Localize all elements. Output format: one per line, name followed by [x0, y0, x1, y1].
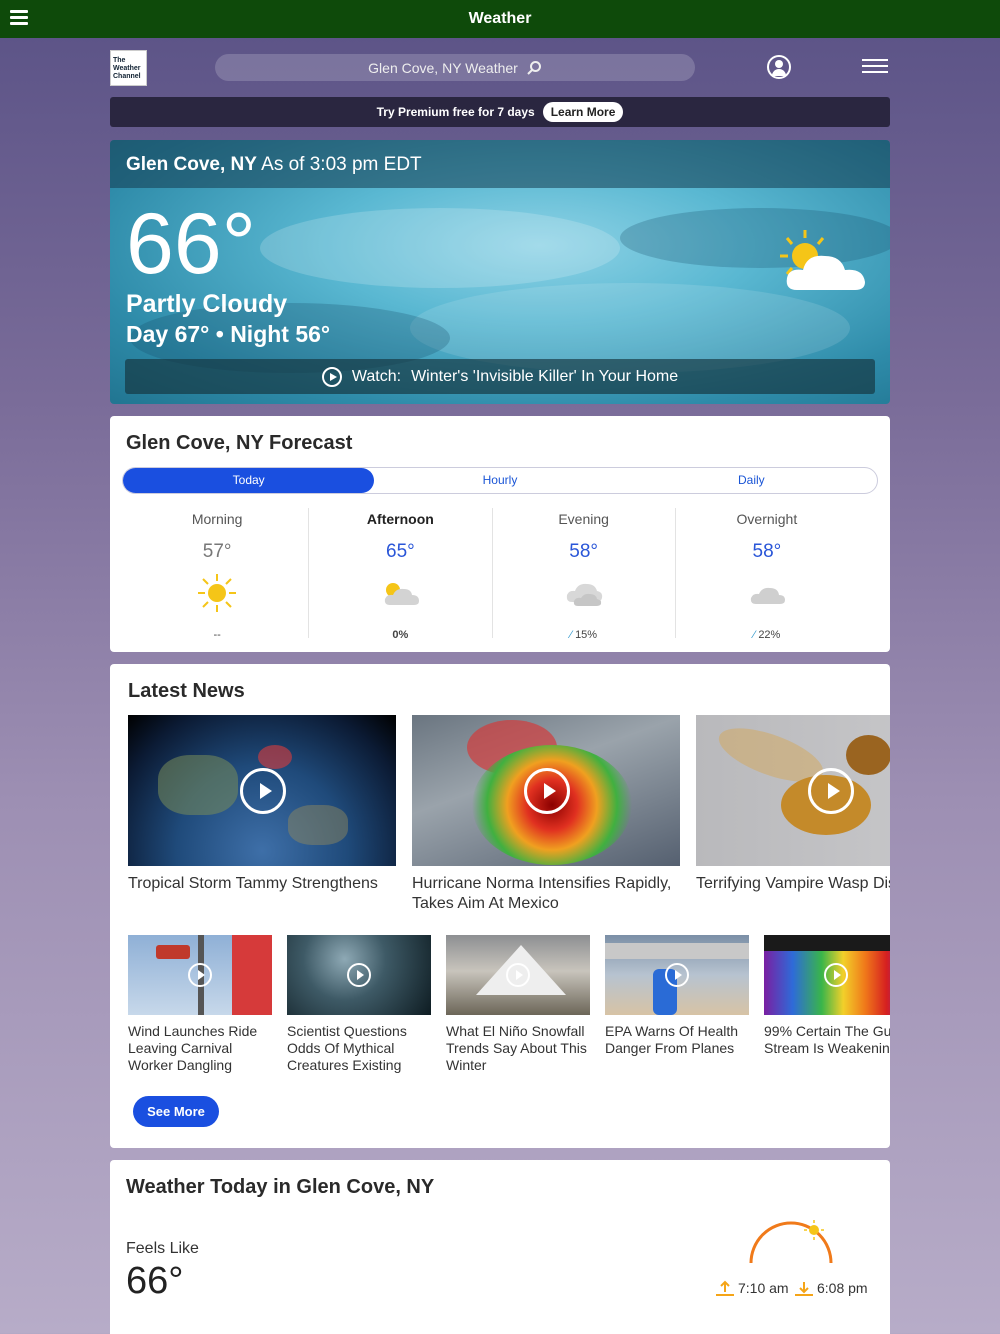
- current-conditions-card: Glen Cove, NY As of 3:03 pm EDT 66° Part…: [110, 140, 890, 404]
- account-icon[interactable]: [767, 55, 791, 79]
- play-icon: [347, 963, 371, 987]
- cloudy-icon: [566, 583, 602, 606]
- news-thumbnail: [128, 935, 272, 1015]
- period-name: Evening: [558, 511, 609, 527]
- news-thumbnail: [764, 935, 890, 1015]
- featured-news-item[interactable]: Tropical Storm Tammy Strengthens: [128, 715, 396, 894]
- learn-more-button[interactable]: Learn More: [542, 102, 624, 122]
- news-item[interactable]: EPA Warns Of Health Danger From Planes: [605, 935, 749, 1057]
- play-icon: [824, 963, 848, 987]
- play-icon: [506, 963, 530, 987]
- location-name: Glen Cove, NY: [126, 154, 257, 175]
- sunset-icon: [795, 1282, 813, 1296]
- sunrise-icon: [716, 1280, 734, 1296]
- latest-news-card: Latest News Tropical Storm Tammy Strengt…: [110, 664, 890, 1148]
- app-bar: Weather: [0, 0, 1000, 38]
- news-caption: Hurricane Norma Intensifies Rapidly, Tak…: [412, 875, 672, 912]
- play-icon: [808, 768, 854, 814]
- period-precip: ⁄ 15%: [570, 629, 598, 641]
- news-title: Latest News: [128, 680, 245, 702]
- day-night-temps: Day 67° • Night 56°: [126, 321, 331, 347]
- watch-title: Winter's 'Invisible Killer' In Your Home: [411, 367, 679, 385]
- news-thumbnail: [128, 715, 396, 866]
- sunrise: 7:10 am: [716, 1280, 789, 1296]
- tab-today[interactable]: Today: [123, 468, 375, 493]
- period-precip: --: [213, 629, 221, 641]
- news-thumbnail: [287, 935, 431, 1015]
- sun-icon: [198, 574, 237, 612]
- period-morning[interactable]: Morning 57° --: [126, 508, 308, 641]
- news-thumbnail: [412, 715, 680, 866]
- period-name: Morning: [191, 511, 243, 527]
- forecast-title: Glen Cove, NY Forecast: [126, 432, 353, 454]
- news-caption: Wind Launches Ride Leaving Carnival Work…: [128, 1023, 258, 1073]
- watch-prefix: Watch:: [351, 367, 402, 385]
- news-item[interactable]: Wind Launches Ride Leaving Carnival Work…: [128, 935, 272, 1074]
- weather-today-card: Weather Today in Glen Cove, NY Feels Lik…: [110, 1160, 890, 1334]
- premium-banner: Try Premium free for 7 days Learn More: [110, 97, 890, 127]
- news-caption: Scientist Questions Odds Of Mythical Cre…: [287, 1023, 407, 1073]
- watch-video-bar[interactable]: Watch: Winter's 'Invisible Killer' In Yo…: [125, 359, 875, 394]
- forecast-periods: Morning 57° -- Afternoon 65° 0% Evening …: [126, 508, 858, 641]
- play-icon: [188, 963, 212, 987]
- play-icon: [524, 768, 570, 814]
- tab-daily[interactable]: Daily: [626, 468, 877, 493]
- period-temp: 58°: [752, 541, 782, 562]
- period-temp: 57°: [202, 541, 232, 562]
- news-item[interactable]: 99% Certain The Gu Stream Is Weakening: [764, 935, 890, 1057]
- news-caption: What El Niño Snowfall Trends Say About T…: [446, 1023, 587, 1073]
- play-icon: [240, 768, 286, 814]
- period-precip: 0%: [392, 629, 409, 641]
- period-name: Overnight: [736, 511, 798, 527]
- cloud-icon: [750, 587, 785, 604]
- partly-cloudy-icon: [385, 583, 420, 605]
- sunset: 6:08 pm: [795, 1280, 868, 1296]
- period-temp: 58°: [569, 541, 598, 562]
- news-item[interactable]: What El Niño Snowfall Trends Say About T…: [446, 935, 590, 1074]
- as-of-time: As of 3:03 pm EDT: [261, 154, 422, 175]
- search-bar[interactable]: Glen Cove, NY Weather: [215, 54, 695, 81]
- period-name: Afternoon: [366, 511, 434, 527]
- current-condition: Partly Cloudy: [126, 290, 288, 318]
- feels-like-value: 66°: [126, 1260, 184, 1302]
- news-caption: Terrifying Vampire Wasp Dis: [696, 875, 890, 892]
- feels-like-label: Feels Like: [126, 1240, 199, 1257]
- menu-icon[interactable]: [862, 59, 888, 77]
- news-caption: EPA Warns Of Health Danger From Planes: [605, 1023, 739, 1056]
- period-evening[interactable]: Evening 58° ⁄ 15%: [491, 508, 675, 641]
- play-icon: [321, 366, 342, 387]
- period-afternoon[interactable]: Afternoon 65° 0%: [308, 508, 491, 641]
- forecast-card: Glen Cove, NY Forecast Today Hourly Dail…: [110, 416, 890, 652]
- search-icon: [527, 60, 541, 75]
- featured-news-item[interactable]: Hurricane Norma Intensifies Rapidly, Tak…: [412, 715, 680, 914]
- period-overnight[interactable]: Overnight 58° ⁄ 22%: [674, 508, 858, 641]
- sun-arc-icon: [749, 1220, 833, 1264]
- period-temp: 65°: [386, 541, 415, 562]
- forecast-tabs: Today Hourly Daily: [122, 467, 878, 494]
- news-item[interactable]: Scientist Questions Odds Of Mythical Cre…: [287, 935, 431, 1074]
- see-more-button[interactable]: See More: [133, 1096, 219, 1127]
- search-text: Glen Cove, NY Weather: [368, 59, 518, 76]
- tab-hourly[interactable]: Hourly: [374, 468, 625, 493]
- weather-today-title: Weather Today in Glen Cove, NY: [126, 1176, 435, 1198]
- drawer-menu-icon[interactable]: [10, 10, 28, 26]
- site-header: The Weather Channel Glen Cove, NY Weathe…: [110, 50, 890, 86]
- period-precip: ⁄ 22%: [753, 629, 781, 641]
- premium-text: Try Premium free for 7 days: [376, 105, 535, 119]
- news-thumbnail: [446, 935, 590, 1015]
- weather-channel-logo[interactable]: The Weather Channel: [110, 50, 147, 86]
- app-title: Weather: [468, 10, 532, 27]
- play-icon: [665, 963, 689, 987]
- location-header: Glen Cove, NY As of 3:03 pm EDT: [110, 140, 890, 188]
- sunset-time: 6:08 pm: [817, 1280, 868, 1296]
- news-caption: 99% Certain The Gu Stream Is Weakening: [764, 1023, 890, 1056]
- news-thumbnail: [605, 935, 749, 1015]
- featured-news-item[interactable]: Terrifying Vampire Wasp Dis: [696, 715, 890, 894]
- news-thumbnail: [696, 715, 890, 866]
- sunrise-time: 7:10 am: [738, 1280, 789, 1296]
- current-temp: 66°: [126, 196, 257, 292]
- partly-cloudy-icon: [780, 230, 865, 290]
- news-caption: Tropical Storm Tammy Strengthens: [128, 875, 378, 892]
